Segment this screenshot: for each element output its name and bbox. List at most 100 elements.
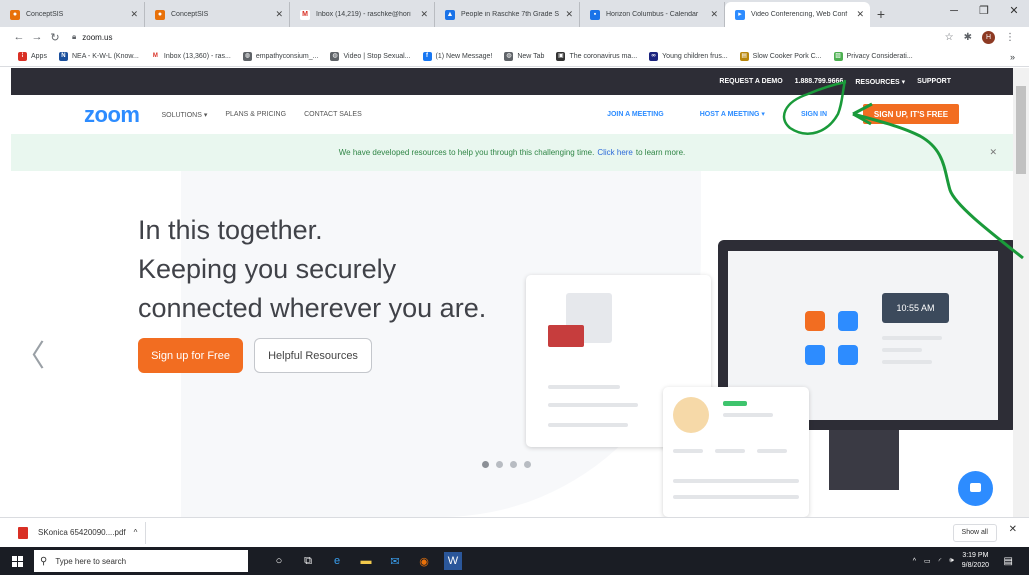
notifications-icon[interactable]: ▤ (1004, 556, 1013, 567)
link-icon: ∞ (649, 52, 659, 61)
banner-close-icon[interactable]: ✕ (989, 147, 997, 158)
close-tab-icon[interactable]: ✕ (565, 9, 573, 20)
chat-support-icon[interactable] (958, 471, 993, 506)
join-meeting-link[interactable]: JOIN A MEETING (607, 111, 664, 118)
carousel-dot-2[interactable] (496, 461, 503, 468)
mail-icon[interactable]: ✉ (386, 552, 404, 570)
address-bar: ← → ↻ 🔒︎ zoom.us ☆ ✱ H ⋮ (0, 27, 1029, 47)
banner-link[interactable]: Click here (597, 148, 633, 157)
bookmark-apps[interactable]: ⁞ Apps (18, 52, 47, 61)
bookmark-item[interactable]: f (1) New Message! (422, 52, 492, 61)
tab-title: ConceptSIS (171, 11, 209, 18)
cortana-icon[interactable]: ○ (270, 552, 288, 570)
tab-1[interactable]: ● ConceptSIS ✕ (145, 2, 290, 27)
canvas-icon: ▲ (445, 9, 455, 20)
host-meeting-menu[interactable]: HOST A MEETING ▾ (700, 110, 765, 118)
bookmark-item[interactable]: N NEA - K-W-L (Know... (58, 52, 139, 61)
sign-up-free-button[interactable]: Sign up for Free (138, 338, 243, 373)
close-tab-icon[interactable]: ✕ (710, 9, 718, 20)
minimize-icon[interactable]: ─ (939, 0, 969, 22)
forward-icon[interactable]: → (28, 31, 46, 43)
file-explorer-icon[interactable]: ▬ (357, 552, 375, 570)
download-filename: SKonica 65420090....pdf (38, 528, 126, 537)
zoom-page: REQUEST A DEMO 1.888.799.9666 RESOURCES … (11, 68, 1013, 517)
show-all-button[interactable]: Show all (952, 524, 997, 542)
apps-grid-icon: ⁞ (18, 52, 27, 61)
resources-menu[interactable]: RESOURCES ▾ (855, 78, 905, 86)
nav-plans-pricing[interactable]: PLANS & PRICING (225, 111, 286, 118)
top-utility-bar: REQUEST A DEMO 1.888.799.9666 RESOURCES … (11, 68, 1013, 95)
bookmark-item[interactable]: ◍ New Tab (504, 52, 544, 61)
carousel-dot-1[interactable] (482, 461, 489, 468)
phone-number[interactable]: 1.888.799.9666 (795, 78, 844, 85)
close-tab-icon[interactable]: ✕ (275, 9, 283, 20)
close-window-icon[interactable]: ✕ (999, 0, 1029, 22)
monitor-stand (829, 430, 899, 490)
bookmark-item[interactable]: ∞ Young children frus... (649, 52, 728, 61)
page-scrollbar[interactable] (1013, 68, 1029, 517)
zoom-logo[interactable]: zoom (84, 102, 140, 128)
tab-2[interactable]: M Inbox (14,219) - raschke@hori ✕ (290, 2, 435, 27)
status-pill (723, 401, 747, 406)
task-view-icon[interactable]: ⧉ (299, 552, 317, 570)
tab-5-active[interactable]: ▸ Video Conferencing, Web Conf ✕ (725, 2, 870, 27)
zoom-icon: ▸ (735, 9, 745, 20)
bookmark-item[interactable]: ▣ The coronavirus ma... (556, 52, 637, 61)
close-tab-icon[interactable]: ✕ (130, 9, 138, 20)
start-button[interactable] (0, 547, 34, 575)
helpful-resources-button[interactable]: Helpful Resources (254, 338, 372, 373)
volume-icon[interactable]: 🕪︎ (949, 557, 953, 565)
contact-card-illustration (663, 387, 809, 517)
extensions-icon[interactable]: ✱ (964, 32, 972, 43)
taskbar-search[interactable]: ⚲ Type here to search (34, 550, 248, 572)
tab-title: People in Raschke 7th Grade S (461, 11, 560, 18)
tray-chevron-icon[interactable]: ^ (913, 558, 916, 565)
clock[interactable]: 3:19 PM 9/8/2020 (962, 551, 989, 571)
reload-icon[interactable]: ↻ (46, 31, 64, 44)
wifi-icon[interactable]: ◜ (939, 557, 942, 565)
search-placeholder: Type here to search (55, 556, 127, 566)
url-field[interactable]: 🔒︎ zoom.us (72, 28, 945, 46)
profile-avatar[interactable]: H (982, 30, 995, 44)
close-downloads-icon[interactable]: ✕ (1009, 524, 1017, 535)
sign-in-link[interactable]: SIGN IN (801, 111, 827, 118)
network-icon[interactable]: ▭ (924, 557, 931, 565)
meet-app-icon (838, 345, 858, 365)
word-icon[interactable]: W (444, 552, 462, 570)
bookmark-item[interactable]: ▤ Slow Cooker Pork C... (739, 52, 822, 61)
bookmark-item[interactable]: ◍ Video | Stop Sexual... (330, 52, 411, 61)
star-icon[interactable]: ☆ (945, 32, 954, 43)
video-app-icon (805, 311, 825, 331)
carousel-dot-4[interactable] (524, 461, 531, 468)
downloads-bar: SKonica 65420090....pdf ^ Show all ✕ (0, 517, 1029, 547)
nav-solutions[interactable]: SOLUTIONS ▾ (161, 111, 207, 119)
tab-3[interactable]: ▲ People in Raschke 7th Grade S ✕ (435, 2, 580, 27)
restore-icon[interactable]: ❐ (969, 0, 999, 22)
download-item[interactable]: SKonica 65420090....pdf ^ (18, 521, 147, 544)
bookmark-item[interactable]: M Inbox (13,360) - ras... (150, 52, 231, 61)
tab-0[interactable]: ● ConceptSIS ✕ (0, 2, 145, 27)
globe-icon: ◍ (242, 52, 252, 61)
tab-title: Video Conferencing, Web Conf (751, 11, 848, 18)
close-tab-icon[interactable]: ✕ (420, 9, 428, 20)
carousel-dot-3[interactable] (510, 461, 517, 468)
edge-icon[interactable]: e (328, 552, 346, 570)
chrome-icon[interactable]: ◉ (415, 552, 433, 570)
bookmark-item[interactable]: ▨ Privacy Considerati... (833, 52, 913, 61)
sign-up-button[interactable]: SIGN UP, IT'S FREE (863, 104, 959, 124)
recipe-icon: ▤ (739, 52, 749, 61)
more-bookmarks-icon[interactable]: » (1010, 52, 1015, 62)
support-link[interactable]: SUPPORT (917, 78, 951, 85)
tab-4[interactable]: ▪ Horizon Columbus - Calendar ✕ (580, 2, 725, 27)
back-icon[interactable]: ← (10, 31, 28, 43)
close-tab-icon[interactable]: ✕ (856, 9, 864, 20)
nav-contact-sales[interactable]: CONTACT SALES (304, 111, 362, 118)
scrollbar-thumb[interactable] (1016, 86, 1026, 174)
request-demo-link[interactable]: REQUEST A DEMO (719, 78, 782, 85)
chevron-up-icon[interactable]: ^ (134, 528, 138, 537)
bookmark-item[interactable]: ◍ empathyconsium_... (242, 52, 318, 61)
carousel-prev-icon[interactable]: 〈 (15, 331, 45, 375)
nea-icon: N (58, 52, 68, 61)
new-tab-button[interactable]: + (870, 2, 892, 27)
menu-dots-icon[interactable]: ⋮ (1005, 32, 1015, 43)
